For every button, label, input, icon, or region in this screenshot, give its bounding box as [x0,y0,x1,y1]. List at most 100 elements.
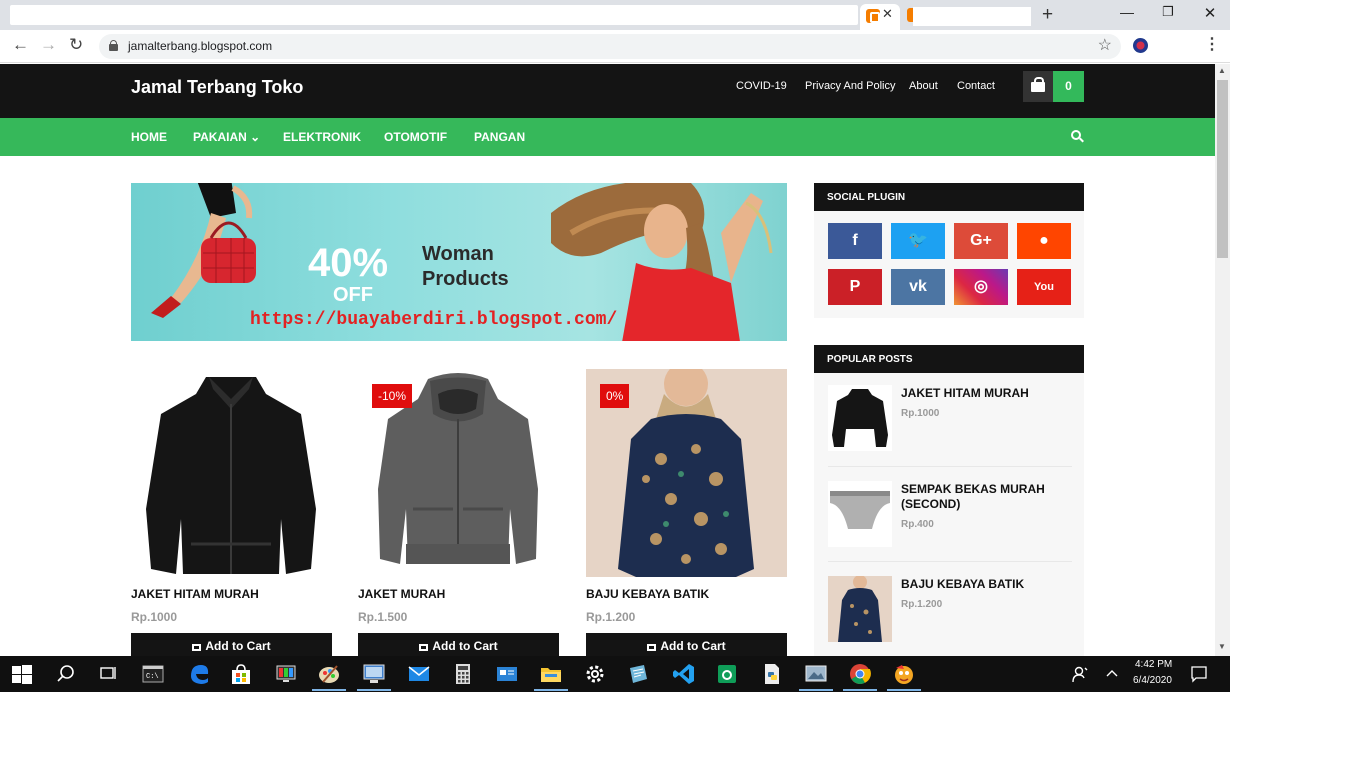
calculator-icon[interactable] [451,662,475,686]
product-title[interactable]: JAKET MURAH [358,587,445,601]
popular-post-thumbnail[interactable] [828,385,892,451]
file-explorer-icon[interactable] [539,662,563,686]
shopping-bag-icon [1031,77,1045,92]
page-scrollbar[interactable]: ▲ ▼ [1215,64,1230,656]
clock-date[interactable]: 6/4/2020 [1133,675,1172,686]
popular-posts-title: POPULAR POSTS [814,345,1084,373]
task-view-icon[interactable] [96,662,120,686]
people-icon[interactable] [1070,664,1090,684]
reddit-icon[interactable]: ● [1017,223,1071,259]
new-tab-button[interactable]: + [1042,4,1053,26]
add-to-cart-button[interactable]: Add to Cart [358,633,559,656]
minimize-button[interactable]: — [1112,4,1142,20]
pinterest-icon[interactable]: P [828,269,882,305]
browser-menu-button[interactable]: ⋮ [1204,34,1220,54]
browser-toolbar: ← → ↻ jamalterbang.blogspot.com ☆ ⋮ [0,30,1230,63]
popular-post-thumbnail[interactable] [828,481,892,547]
browser-tab[interactable] [913,7,1031,26]
active-app-indicator [357,689,391,691]
nav-pakaian[interactable]: PAKAIAN ⌄ [193,130,260,144]
edge-browser-icon[interactable] [187,662,211,686]
discount-badge: 0% [600,384,630,408]
scroll-down-arrow-icon[interactable]: ▼ [1218,642,1226,651]
divider [828,561,1072,562]
banner-off: OFF [333,284,373,306]
search-icon[interactable] [1071,130,1084,143]
facebook-icon[interactable]: f [828,223,882,259]
display-settings-icon[interactable] [274,662,298,686]
browser-tab-active[interactable] [860,4,900,30]
scrollbar-thumb[interactable] [1217,80,1228,258]
store-icon[interactable] [229,662,253,686]
nav-home[interactable]: HOME [131,130,167,144]
toplink-covid[interactable]: COVID-19 [736,80,787,92]
notification-icon[interactable] [1190,665,1208,683]
lock-icon[interactable] [109,40,118,51]
social-plugin-title: SOCIAL PLUGIN [814,183,1084,211]
popular-post-thumbnail[interactable] [828,576,892,642]
active-app-indicator [799,689,833,691]
address-bar[interactable]: jamalterbang.blogspot.com ☆ [99,34,1121,59]
blogger-icon [866,9,880,23]
chrome-icon[interactable] [848,662,872,686]
instagram-icon[interactable]: ◎ [954,269,1008,305]
forward-button[interactable]: → [40,35,57,55]
url-text[interactable]: jamalterbang.blogspot.com [128,39,272,53]
toplink-contact[interactable]: Contact [957,80,995,92]
site-logo[interactable]: Jamal Terbang Toko [131,77,303,98]
windows-start-icon[interactable] [10,662,34,686]
notes-app-icon[interactable] [626,662,650,686]
vscode-icon[interactable] [672,662,696,686]
twitter-icon[interactable]: 🐦 [891,223,945,259]
nav-pakaian-label: PAKAIAN [193,130,247,144]
product-title[interactable]: BAJU KEBAYA BATIK [586,587,709,601]
product-image[interactable]: 0% [586,369,787,577]
reload-button[interactable]: ↻ [69,35,83,55]
product-image[interactable]: -10% [358,369,559,577]
terminal-icon[interactable]: C:\ [141,662,165,686]
green-app-icon[interactable] [715,662,739,686]
toplink-privacy[interactable]: Privacy And Policy [805,80,895,92]
google-plus-icon[interactable]: G+ [954,223,1008,259]
add-to-cart-button[interactable]: Add to Cart [131,633,332,656]
add-to-cart-button[interactable]: Add to Cart [586,633,787,656]
restore-button[interactable]: ❐ [1153,4,1183,20]
nav-otomotif[interactable]: OTOMOTIF [384,130,447,144]
remote-desktop-icon[interactable] [362,662,386,686]
scroll-up-arrow-icon[interactable]: ▲ [1218,66,1226,75]
mail-icon[interactable] [407,662,431,686]
news-app-icon[interactable] [495,662,519,686]
active-app-indicator [312,689,346,691]
close-window-button[interactable]: ✕ [1195,4,1225,22]
image-viewer-icon[interactable] [804,662,828,686]
discount-badge: -10% [372,384,413,408]
main-nav: HOME PAKAIAN ⌄ ELEKTRONIK OTOMOTIF PANGA… [0,118,1215,156]
search-icon[interactable] [54,662,78,686]
vk-icon[interactable]: vk [891,269,945,305]
shopping-bag-button[interactable] [1023,71,1053,102]
active-app-indicator [843,689,877,691]
site-header: Jamal Terbang Toko COVID-19 Privacy And … [0,64,1215,118]
game-app-icon[interactable] [892,662,916,686]
youtube-icon[interactable]: You [1017,269,1071,305]
settings-gear-icon[interactable] [583,662,607,686]
python-file-icon[interactable] [760,662,784,686]
clock-time[interactable]: 4:42 PM [1135,659,1172,670]
chevron-up-icon[interactable] [1104,666,1120,682]
nav-pangan[interactable]: PANGAN [474,130,525,144]
paint-icon[interactable] [317,662,341,686]
promo-banner[interactable]: 40% OFF Woman Products https://buayaberd… [131,183,787,341]
cart-count-badge[interactable]: 0 [1053,71,1084,102]
extension-icon[interactable] [1133,38,1148,53]
toplink-about[interactable]: About [909,80,938,92]
bookmark-star-icon[interactable]: ☆ [1098,35,1112,55]
tab-close-icon[interactable]: ✕ [882,6,893,22]
product-title[interactable]: JAKET HITAM MURAH [131,587,259,601]
popular-post-title[interactable]: SEMPAK BEKAS MURAH (SECOND) [901,482,1081,512]
back-button[interactable]: ← [12,35,29,55]
nav-elektronik[interactable]: ELEKTRONIK [283,130,361,144]
browser-tab[interactable] [10,5,858,25]
popular-post-title[interactable]: BAJU KEBAYA BATIK [901,577,1081,592]
popular-post-title[interactable]: JAKET HITAM MURAH [901,386,1081,401]
product-image[interactable] [131,369,332,577]
